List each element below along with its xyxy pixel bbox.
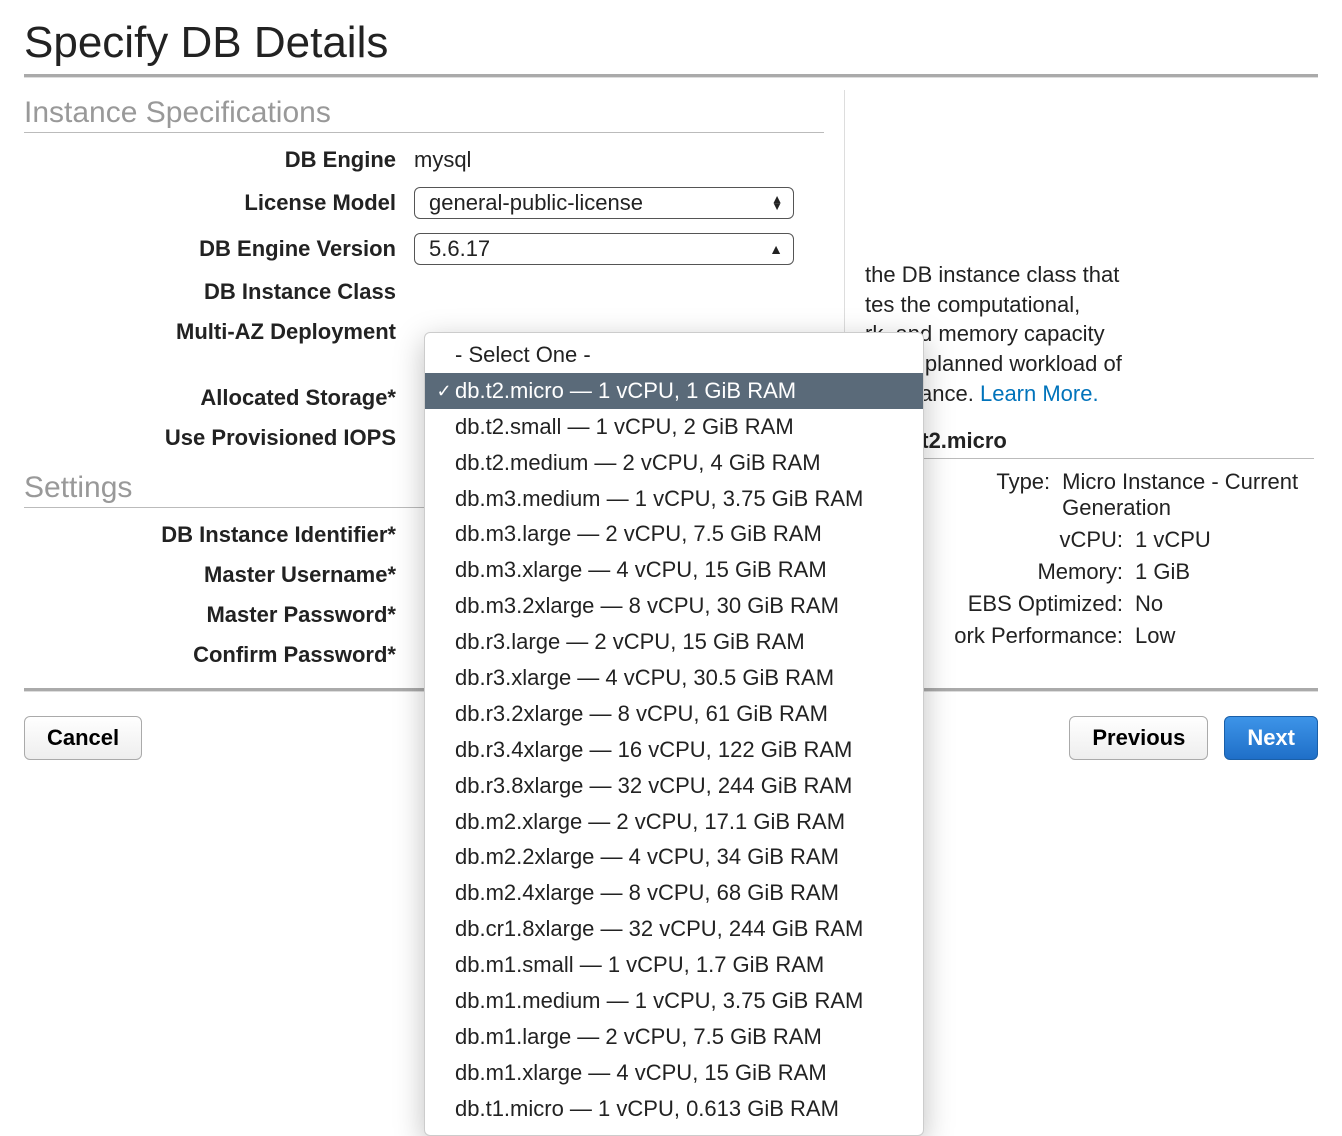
dropdown-option[interactable]: db.r3.xlarge — 4 vCPU, 30.5 GiB RAM	[425, 660, 923, 696]
dropdown-option-label: db.r3.large — 2 vCPU, 15 GiB RAM	[455, 626, 805, 658]
dropdown-option[interactable]: db.t2.medium — 2 vCPU, 4 GiB RAM	[425, 445, 923, 481]
dropdown-option-label: db.m1.medium — 1 vCPU, 3.75 GiB RAM	[455, 985, 863, 1017]
db-instance-identifier-label: DB Instance Identifier*	[24, 522, 414, 548]
dropdown-option[interactable]: db.m1.small — 1 vCPU, 1.7 GiB RAM	[425, 947, 923, 983]
db-engine-label: DB Engine	[24, 147, 414, 173]
db-engine-version-select[interactable]: 5.6.17 ▲	[414, 233, 794, 265]
master-password-label: Master Password*	[24, 602, 414, 628]
dropdown-option-label: db.m2.4xlarge — 8 vCPU, 68 GiB RAM	[455, 877, 839, 909]
dropdown-option[interactable]: db.t2.small — 1 vCPU, 2 GiB RAM	[425, 409, 923, 445]
select-up-arrow-icon: ▲	[769, 241, 783, 257]
db-engine-value: mysql	[414, 147, 844, 173]
dropdown-option-label: db.r3.2xlarge — 8 vCPU, 61 GiB RAM	[455, 698, 828, 730]
license-model-select[interactable]: general-public-license ▲▼	[414, 187, 794, 219]
dropdown-option-label: db.m2.xlarge — 2 vCPU, 17.1 GiB RAM	[455, 806, 845, 838]
check-icon: ✓	[433, 378, 455, 404]
section-instance-specifications: Instance Specifications	[24, 96, 824, 133]
dropdown-option[interactable]: db.m2.4xlarge — 8 vCPU, 68 GiB RAM	[425, 875, 923, 911]
dropdown-option-label: db.m3.medium — 1 vCPU, 3.75 GiB RAM	[455, 483, 863, 515]
allocated-storage-label: Allocated Storage*	[24, 385, 414, 411]
dropdown-option-label: db.r3.xlarge — 4 vCPU, 30.5 GiB RAM	[455, 662, 834, 694]
dropdown-option[interactable]: db.r3.4xlarge — 16 vCPU, 122 GiB RAM	[425, 732, 923, 768]
dropdown-option-label: db.m3.2xlarge — 8 vCPU, 30 GiB RAM	[455, 590, 839, 622]
dropdown-option[interactable]: db.r3.2xlarge — 8 vCPU, 61 GiB RAM	[425, 696, 923, 732]
db-instance-class-label: DB Instance Class	[24, 279, 414, 305]
dropdown-option-label: db.m2.2xlarge — 4 vCPU, 34 GiB RAM	[455, 841, 839, 873]
dropdown-option[interactable]: db.m3.medium — 1 vCPU, 3.75 GiB RAM	[425, 481, 923, 517]
dropdown-option-label: db.m3.large — 2 vCPU, 7.5 GiB RAM	[455, 518, 822, 550]
dropdown-option[interactable]: db.r3.8xlarge — 32 vCPU, 244 GiB RAM	[425, 768, 923, 804]
master-username-label: Master Username*	[24, 562, 414, 588]
dropdown-option[interactable]: ✓db.t2.micro — 1 vCPU, 1 GiB RAM	[425, 373, 923, 409]
dropdown-option[interactable]: db.m2.xlarge — 2 vCPU, 17.1 GiB RAM	[425, 804, 923, 840]
select-arrows-icon: ▲▼	[771, 196, 783, 210]
license-model-label: License Model	[24, 190, 414, 216]
instance-class-help-text: the DB instance class that tes the compu…	[865, 260, 1314, 408]
dropdown-option[interactable]: db.cr1.8xlarge — 32 vCPU, 244 GiB RAM	[425, 911, 923, 947]
dropdown-placeholder: ✓- Select One -	[425, 337, 923, 373]
details-memory-value: 1 GiB	[1135, 559, 1190, 585]
license-model-select-value: general-public-license	[429, 190, 643, 216]
db-instance-class-dropdown[interactable]: ✓- Select One -✓db.t2.micro — 1 vCPU, 1 …	[424, 332, 924, 1136]
details-vcpu-value: 1 vCPU	[1135, 527, 1211, 553]
dropdown-option-label: db.t2.small — 1 vCPU, 2 GiB RAM	[455, 411, 794, 443]
page-title: Specify DB Details	[24, 18, 1318, 68]
instance-details-header: s: db.t2.micro	[865, 428, 1314, 459]
dropdown-option-label: db.t1.micro — 1 vCPU, 0.613 GiB RAM	[455, 1093, 839, 1125]
dropdown-option-label: db.m1.small — 1 vCPU, 1.7 GiB RAM	[455, 949, 824, 981]
details-type-value: Micro Instance - Current Generation	[1062, 469, 1314, 521]
dropdown-option-label: db.t2.micro — 1 vCPU, 1 GiB RAM	[455, 375, 796, 407]
learn-more-link[interactable]: Learn More.	[980, 381, 1099, 406]
confirm-password-label: Confirm Password*	[24, 642, 414, 668]
dropdown-option-label: db.t2.medium — 2 vCPU, 4 GiB RAM	[455, 447, 821, 479]
dropdown-option-label: db.r3.4xlarge — 16 vCPU, 122 GiB RAM	[455, 734, 852, 766]
dropdown-option-label: db.cr1.8xlarge — 32 vCPU, 244 GiB RAM	[455, 913, 863, 945]
multi-az-label: Multi-AZ Deployment	[24, 319, 414, 345]
dropdown-option[interactable]: db.r3.large — 2 vCPU, 15 GiB RAM	[425, 624, 923, 660]
cancel-button[interactable]: Cancel	[24, 716, 142, 760]
use-provisioned-iops-label: Use Provisioned IOPS	[24, 425, 414, 451]
dropdown-option[interactable]: db.m1.medium — 1 vCPU, 3.75 GiB RAM	[425, 983, 923, 1019]
details-ebs-value: No	[1135, 591, 1163, 617]
db-engine-version-label: DB Engine Version	[24, 236, 414, 262]
db-engine-version-select-value: 5.6.17	[429, 236, 490, 262]
dropdown-option[interactable]: db.m3.2xlarge — 8 vCPU, 30 GiB RAM	[425, 588, 923, 624]
previous-button[interactable]: Previous	[1069, 716, 1208, 760]
dropdown-option[interactable]: db.m3.xlarge — 4 vCPU, 15 GiB RAM	[425, 552, 923, 588]
dropdown-option-label: db.m1.large — 2 vCPU, 7.5 GiB RAM	[455, 1021, 822, 1053]
instance-details-table: Type: Micro Instance - Current Generatio…	[865, 469, 1314, 649]
dropdown-option-label: db.m3.xlarge — 4 vCPU, 15 GiB RAM	[455, 554, 827, 586]
details-netperf-value: Low	[1135, 623, 1175, 649]
dropdown-option[interactable]: db.m3.large — 2 vCPU, 7.5 GiB RAM	[425, 516, 923, 552]
dropdown-option[interactable]: db.m1.xlarge — 4 vCPU, 15 GiB RAM	[425, 1055, 923, 1091]
dropdown-option[interactable]: db.m2.2xlarge — 4 vCPU, 34 GiB RAM	[425, 839, 923, 875]
dropdown-option[interactable]: db.m1.large — 2 vCPU, 7.5 GiB RAM	[425, 1019, 923, 1055]
dropdown-option-label: db.r3.8xlarge — 32 vCPU, 244 GiB RAM	[455, 770, 852, 802]
dropdown-option[interactable]: db.t1.micro — 1 vCPU, 0.613 GiB RAM	[425, 1091, 923, 1127]
divider	[24, 74, 1318, 78]
next-button[interactable]: Next	[1224, 716, 1318, 760]
